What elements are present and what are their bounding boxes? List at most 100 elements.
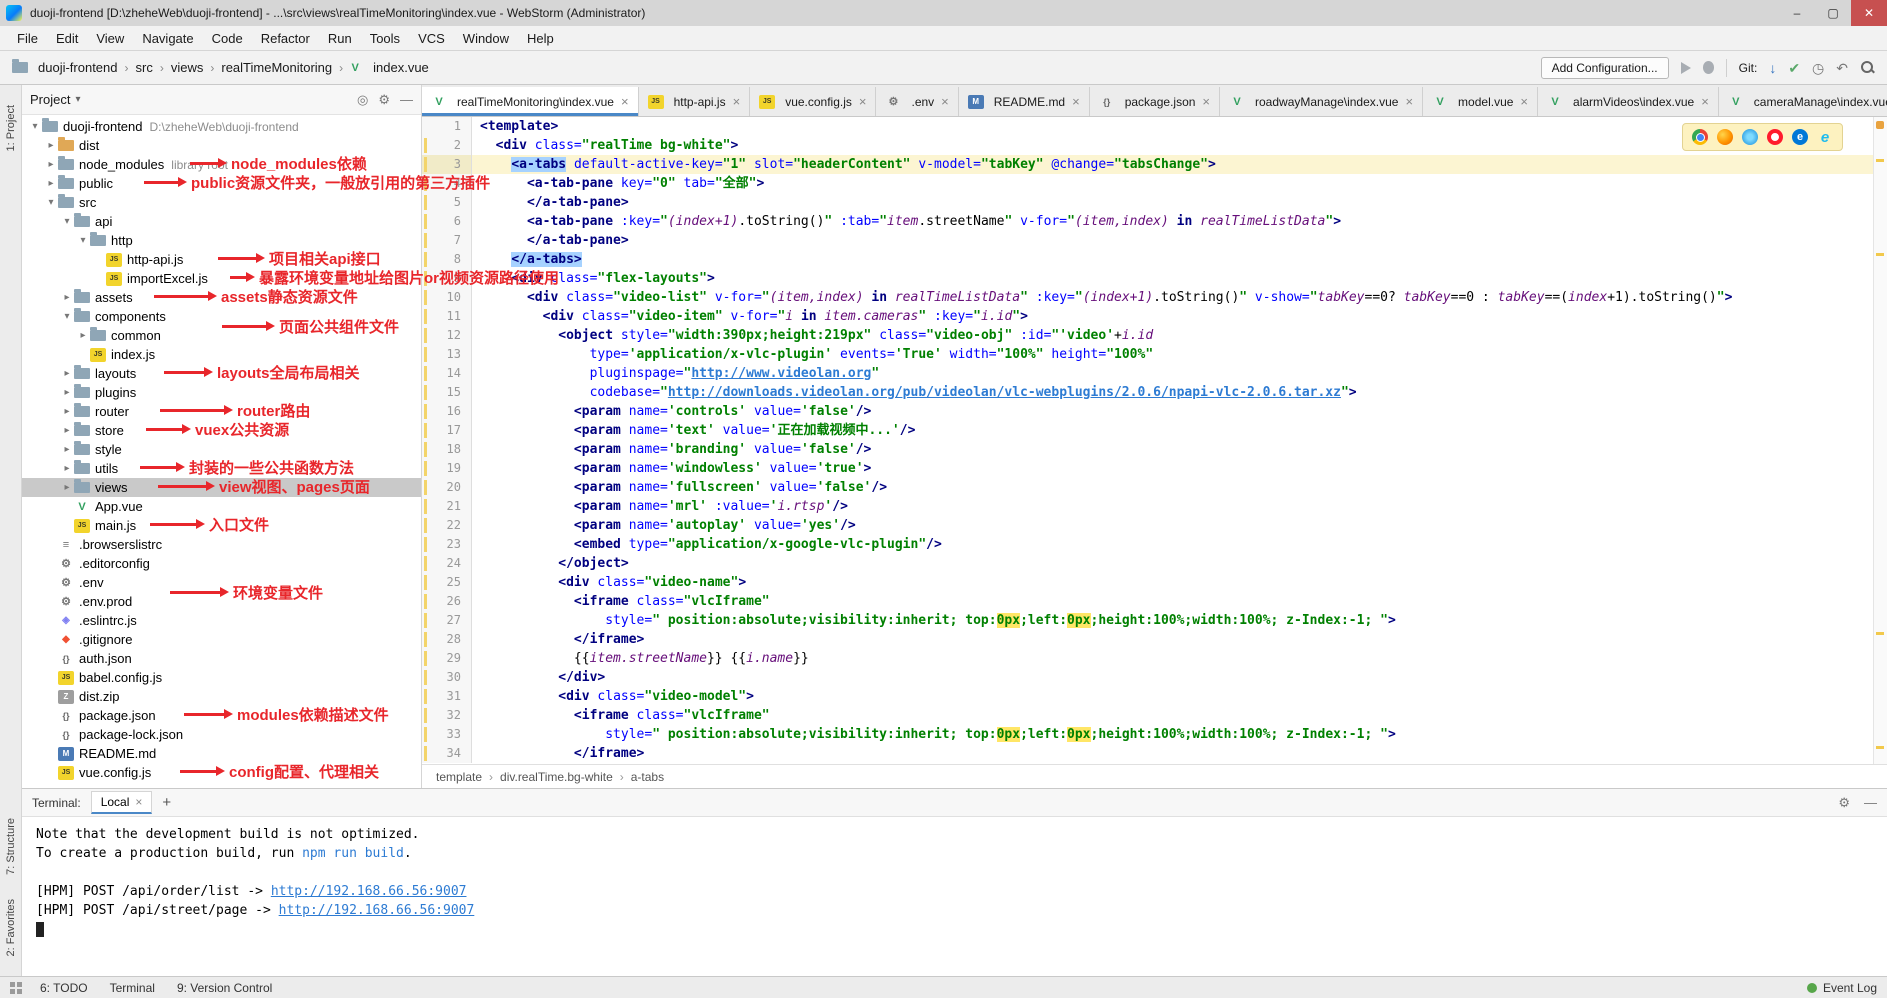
tree-item-components[interactable]: ▾components: [22, 307, 421, 326]
tool-window-button[interactable]: 2: Favorites: [5, 899, 17, 956]
editor-tab[interactable]: VrealTimeMonitoring\index.vue×: [422, 87, 639, 116]
code-line[interactable]: 16 <param name='controls' value='false'/…: [422, 402, 1873, 421]
code-line[interactable]: 7 </a-tab-pane>: [422, 231, 1873, 250]
editor-tab[interactable]: Vmodel.vue×: [1423, 87, 1538, 116]
git-history-icon[interactable]: [1812, 61, 1824, 75]
close-tab-icon[interactable]: ×: [733, 94, 741, 109]
run-icon[interactable]: [1681, 62, 1691, 74]
editor-tab[interactable]: VcameraManage\index.vue×: [1719, 87, 1887, 116]
tree-item-router[interactable]: ▸router: [22, 402, 421, 421]
code-line[interactable]: 21 <param name='mrl' :value='i.rtsp'/>: [422, 497, 1873, 516]
code-line[interactable]: 32 <iframe class="vlcIframe": [422, 706, 1873, 725]
opera-icon[interactable]: [1767, 129, 1783, 145]
search-icon[interactable]: [1860, 60, 1875, 75]
breadcrumb-item[interactable]: views: [168, 58, 207, 77]
tree-item-public[interactable]: ▸public: [22, 174, 421, 193]
code-line[interactable]: 20 <param name='fullscreen' value='false…: [422, 478, 1873, 497]
tree-item-http[interactable]: ▾http: [22, 231, 421, 250]
code-line[interactable]: 1<template>: [422, 117, 1873, 136]
code-line[interactable]: 13 type='application/x-vlc-plugin' event…: [422, 345, 1873, 364]
menu-item-vcs[interactable]: VCS: [409, 28, 454, 49]
tree-item-common[interactable]: ▸common: [22, 326, 421, 345]
code-line[interactable]: 5 </a-tab-pane>: [422, 193, 1873, 212]
code-line[interactable]: 31 <div class="video-model">: [422, 687, 1873, 706]
tree-item-auth.json[interactable]: {}auth.json: [22, 649, 421, 668]
safari-icon[interactable]: [1742, 129, 1758, 145]
code-line[interactable]: 3 <a-tabs default-active-key="1" slot="h…: [422, 155, 1873, 174]
tree-item-assets[interactable]: ▸assets: [22, 288, 421, 307]
status-item-2[interactable]: 9: Version Control: [177, 981, 272, 995]
debug-icon[interactable]: [1703, 61, 1714, 74]
tree-item-.editorconfig[interactable]: ⚙.editorconfig: [22, 554, 421, 573]
chevron-closed-icon[interactable]: ▸: [60, 387, 74, 398]
git-update-icon[interactable]: [1769, 61, 1776, 75]
ie-icon[interactable]: [1817, 129, 1833, 145]
terminal-tab-local[interactable]: Local ×: [91, 791, 153, 814]
close-tab-icon[interactable]: ×: [621, 94, 629, 109]
status-item-1[interactable]: Terminal: [110, 981, 155, 995]
code-line[interactable]: 24 </object>: [422, 554, 1873, 573]
code-line[interactable]: 8 </a-tabs>: [422, 250, 1873, 269]
chevron-closed-icon[interactable]: ▸: [60, 463, 74, 474]
tree-item-package-lock.json[interactable]: {}package-lock.json: [22, 725, 421, 744]
terminal-settings-icon[interactable]: ⚙: [1838, 796, 1850, 809]
editor-tab[interactable]: ⚙.env×: [876, 87, 958, 116]
editor-tab[interactable]: MREADME.md×: [959, 87, 1090, 116]
chevron-open-icon[interactable]: ▾: [76, 235, 90, 246]
tree-item-src[interactable]: ▾src: [22, 193, 421, 212]
editor-tab[interactable]: JSvue.config.js×: [750, 87, 876, 116]
code-line[interactable]: 6 <a-tab-pane :key="(index+1).toString()…: [422, 212, 1873, 231]
chevron-closed-icon[interactable]: ▸: [44, 140, 58, 151]
code-line[interactable]: 23 <embed type="application/x-google-vlc…: [422, 535, 1873, 554]
chevron-closed-icon[interactable]: ▸: [76, 330, 90, 341]
code-line[interactable]: 30 </div>: [422, 668, 1873, 687]
tree-item-dist.zip[interactable]: Zdist.zip: [22, 687, 421, 706]
code-line[interactable]: 14 pluginspage="http://www.videolan.org": [422, 364, 1873, 383]
chevron-open-icon[interactable]: ▾: [60, 216, 74, 227]
close-window-button[interactable]: [1851, 0, 1887, 26]
code-line[interactable]: 2 <div class="realTime bg-white">: [422, 136, 1873, 155]
tree-item-.gitignore[interactable]: ◆.gitignore: [22, 630, 421, 649]
tree-item-store[interactable]: ▸store: [22, 421, 421, 440]
menu-item-help[interactable]: Help: [518, 28, 563, 49]
menu-item-window[interactable]: Window: [454, 28, 518, 49]
close-tab-icon[interactable]: ×: [1701, 94, 1709, 109]
tree-item-README.md[interactable]: MREADME.md: [22, 744, 421, 763]
code-line[interactable]: 18 <param name='branding' value='false'/…: [422, 440, 1873, 459]
code-line[interactable]: 29 {{item.streetName}} {{i.name}}: [422, 649, 1873, 668]
breadcrumb-item[interactable]: src: [133, 58, 156, 77]
tree-item-main.js[interactable]: JSmain.js: [22, 516, 421, 535]
terminal-output[interactable]: Note that the development build is not o…: [22, 817, 1887, 976]
tree-item-babel.config.js[interactable]: JSbabel.config.js: [22, 668, 421, 687]
chevron-closed-icon[interactable]: ▸: [60, 482, 74, 493]
chevron-closed-icon[interactable]: ▸: [60, 406, 74, 417]
tree-item-views[interactable]: ▸views: [22, 478, 421, 497]
code-line[interactable]: 17 <param name='text' value='正在加载视频中...'…: [422, 421, 1873, 440]
tool-window-switcher-icon[interactable]: [10, 982, 22, 994]
tree-item-utils[interactable]: ▸utils: [22, 459, 421, 478]
project-panel-title[interactable]: Project: [30, 92, 70, 107]
tree-item-.eslintrc.js[interactable]: ◈.eslintrc.js: [22, 611, 421, 630]
tree-item-package.json[interactable]: {}package.json: [22, 706, 421, 725]
close-tab-icon[interactable]: ×: [1405, 94, 1413, 109]
editor-tab[interactable]: VroadwayManage\index.vue×: [1220, 87, 1423, 116]
locate-file-icon[interactable]: ◎: [357, 93, 368, 106]
git-commit-icon[interactable]: [1788, 61, 1800, 75]
breadcrumb-item[interactable]: duoji-frontend: [35, 58, 121, 77]
code-area[interactable]: 1<template>2 <div class="realTime bg-whi…: [422, 117, 1873, 764]
tree-item-plugins[interactable]: ▸plugins: [22, 383, 421, 402]
tree-item-dist[interactable]: ▸dist: [22, 136, 421, 155]
editor-breadcrumb-item[interactable]: template: [434, 769, 484, 785]
menu-item-file[interactable]: File: [8, 28, 47, 49]
menu-item-tools[interactable]: Tools: [361, 28, 409, 49]
chevron-open-icon[interactable]: ▾: [60, 311, 74, 322]
code-line[interactable]: 26 <iframe class="vlcIframe": [422, 592, 1873, 611]
hide-panel-icon[interactable]: —: [400, 93, 413, 106]
minimize-terminal-icon[interactable]: —: [1864, 796, 1877, 809]
breadcrumb-item[interactable]: index.vue: [370, 58, 432, 77]
close-terminal-tab-icon[interactable]: ×: [135, 795, 142, 809]
inspection-indicator-icon[interactable]: [1876, 121, 1884, 129]
code-line[interactable]: 22 <param name='autoplay' value='yes'/>: [422, 516, 1873, 535]
tree-item-duoji-frontend[interactable]: ▾duoji-frontendD:\zheheWeb\duoji-fronten…: [22, 117, 421, 136]
menu-item-run[interactable]: Run: [319, 28, 361, 49]
